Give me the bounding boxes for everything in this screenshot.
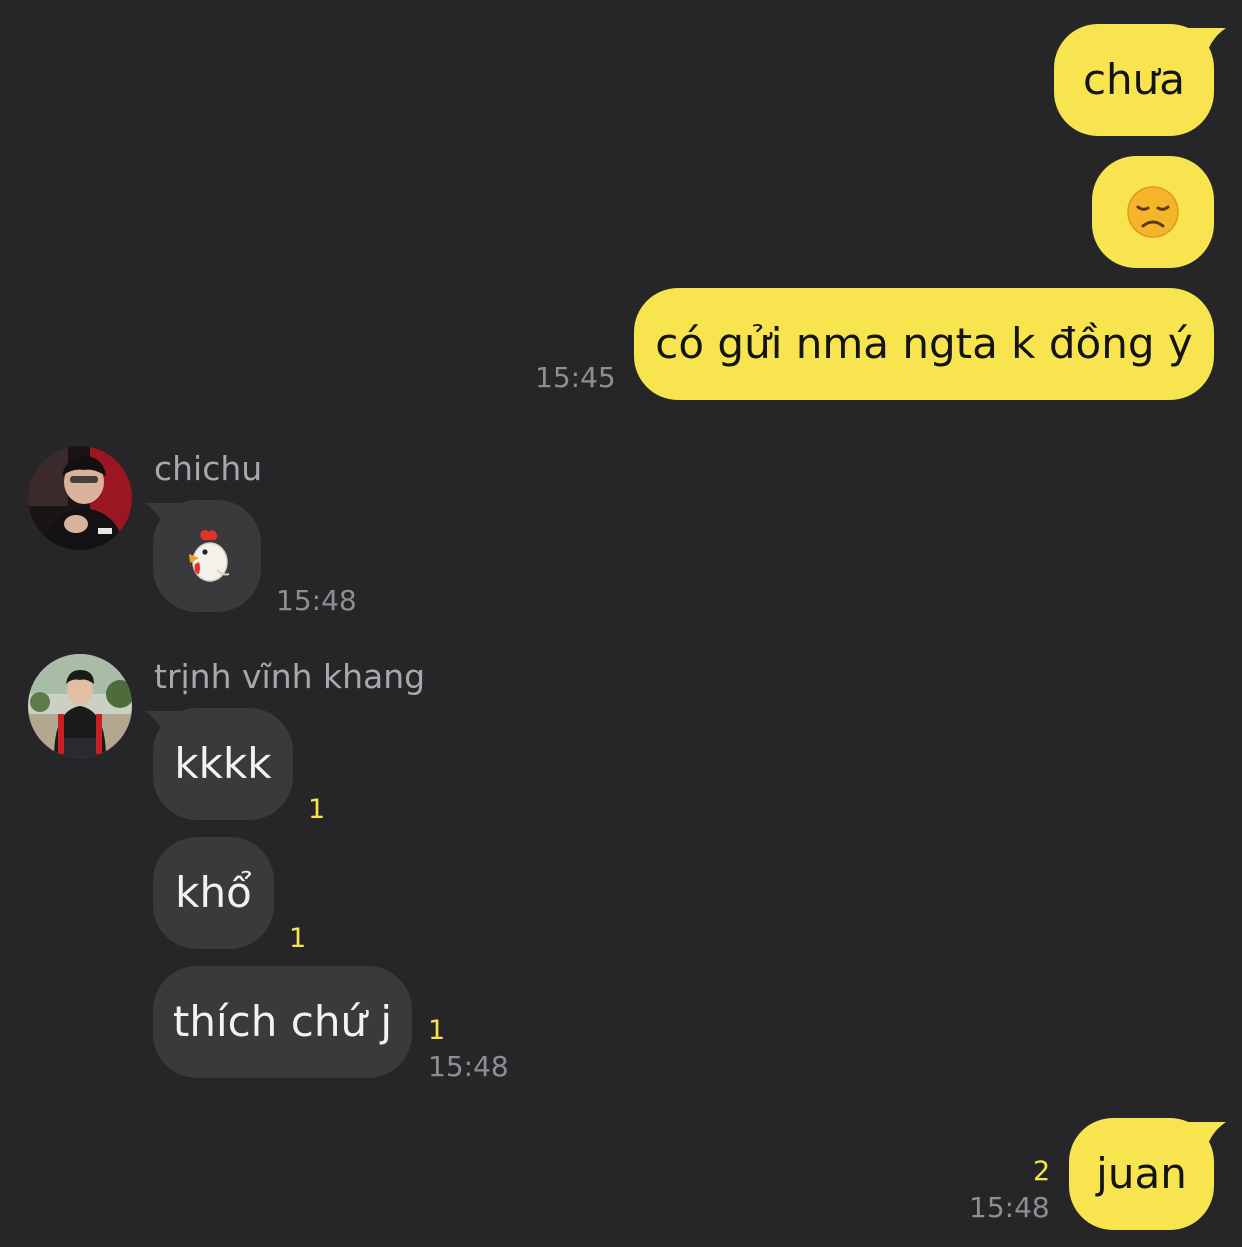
bubble-tail — [145, 503, 185, 539]
bubble-tail — [1186, 1122, 1226, 1158]
bubble-tail — [145, 711, 185, 747]
sender-name: trịnh vĩnh khang — [154, 657, 426, 696]
message-bubble-outgoing[interactable] — [1092, 156, 1214, 268]
avatar-trinh-vinh-khang[interactable] — [28, 654, 132, 758]
message-timestamp: 15:48 — [428, 1050, 509, 1083]
message-text: khổ — [175, 868, 252, 917]
avatar-chichu[interactable] — [28, 446, 132, 550]
message-bubble-incoming[interactable]: thích chứ j — [153, 966, 412, 1078]
disappointed-face-icon — [1127, 186, 1179, 238]
message-bubble-outgoing[interactable]: có gửi nma ngta k đồng ý — [634, 288, 1214, 400]
message-text: có gửi nma ngta k đồng ý — [655, 319, 1193, 368]
message-timestamp: 15:45 — [535, 361, 616, 394]
message-text: kkkk — [174, 739, 272, 788]
bubble-tail — [1186, 28, 1226, 64]
unread-count: 1 — [308, 794, 326, 825]
chicken-icon — [189, 530, 230, 582]
unread-count: 1 — [289, 923, 307, 954]
sender-name: chichu — [154, 449, 263, 488]
message-text: chưa — [1082, 55, 1186, 104]
message-bubble-incoming[interactable]: khổ — [153, 837, 274, 949]
message-text: juan — [1096, 1149, 1187, 1198]
message-text: thích chứ j — [172, 997, 393, 1046]
message-timestamp: 15:48 — [969, 1191, 1050, 1224]
message-timestamp: 15:48 — [276, 584, 357, 617]
unread-count: 1 — [428, 1015, 446, 1046]
unread-count: 2 — [1033, 1156, 1051, 1187]
